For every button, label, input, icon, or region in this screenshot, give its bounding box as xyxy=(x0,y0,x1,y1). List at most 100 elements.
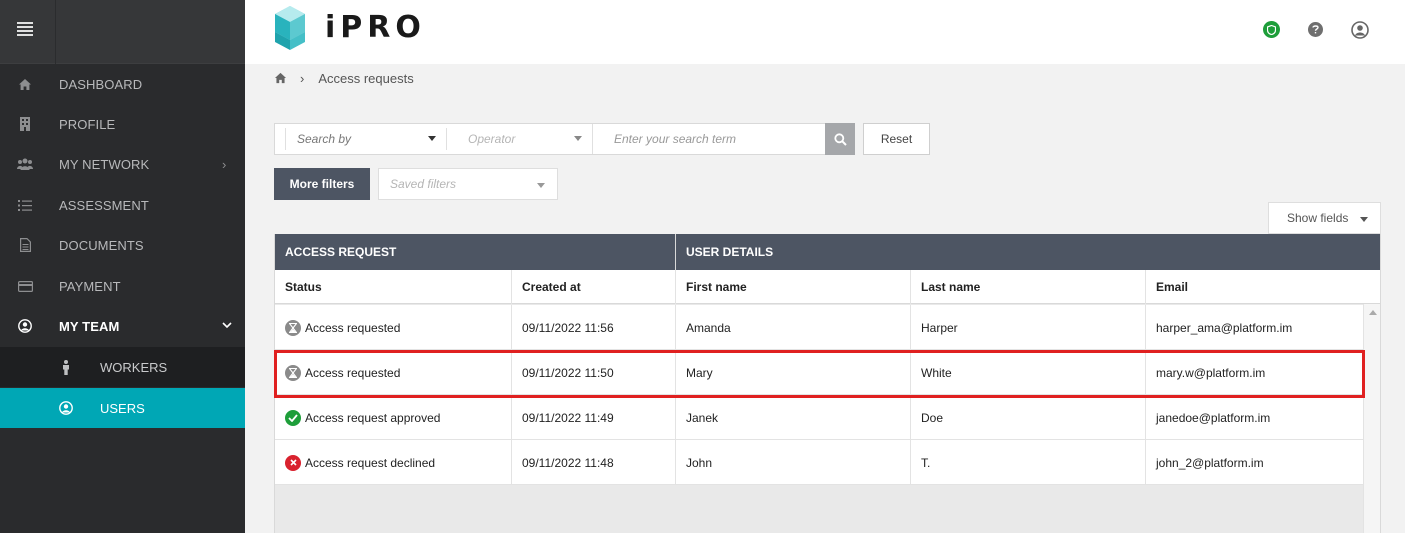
table-row[interactable]: Access request approved 09/11/2022 11:49… xyxy=(275,395,1363,440)
breadcrumb: › Access requests xyxy=(274,70,414,86)
search-term-input[interactable] xyxy=(592,124,825,154)
caret-down-icon xyxy=(574,136,582,141)
saved-filters-value: Saved filters xyxy=(390,177,457,191)
scroll-up-arrow-icon[interactable] xyxy=(1369,310,1377,315)
table-row[interactable]: Access requested 09/11/2022 11:56 Amanda… xyxy=(275,305,1363,350)
status-text: Access requested xyxy=(305,320,401,335)
group-user-details: USER DETAILS xyxy=(675,234,1380,270)
sidebar-item-label: ASSESSMENT xyxy=(59,197,149,213)
status-text: Access request approved xyxy=(305,410,441,425)
search-by-select[interactable]: Search by xyxy=(285,128,446,150)
chevron-down-icon xyxy=(222,317,232,332)
cell-last-name: Doe xyxy=(910,395,1145,440)
users-icon xyxy=(17,156,33,172)
cell-first-name: John xyxy=(675,440,910,485)
breadcrumb-separator: › xyxy=(300,70,305,86)
column-created-at[interactable]: Created at xyxy=(511,270,675,304)
caret-down-icon xyxy=(428,136,436,141)
sidebar-subitem-workers[interactable]: WORKERS xyxy=(0,347,245,387)
list-icon xyxy=(17,197,33,213)
cell-email: janedoe@platform.im xyxy=(1145,395,1363,440)
cell-status: Access requested xyxy=(275,350,511,395)
sidebar-item-payment[interactable]: PAYMENT xyxy=(0,266,245,306)
table-row[interactable]: Access requested 09/11/2022 11:50 Mary W… xyxy=(275,350,1363,395)
group-access-request: ACCESS REQUEST xyxy=(285,245,397,259)
document-icon xyxy=(17,237,33,253)
user-circle-icon xyxy=(17,318,33,334)
cell-email: harper_ama@platform.im xyxy=(1145,305,1363,350)
breadcrumb-current: Access requests xyxy=(318,70,414,86)
column-first-name[interactable]: First name xyxy=(675,270,910,304)
caret-down-icon xyxy=(537,183,545,188)
sidebar-item-dashboard[interactable]: DASHBOARD xyxy=(0,64,245,104)
account-user-icon[interactable] xyxy=(1351,21,1369,39)
column-last-name[interactable]: Last name xyxy=(910,270,1145,304)
search-button[interactable] xyxy=(825,123,855,155)
cell-last-name: Harper xyxy=(910,305,1145,350)
ipro-logo-icon[interactable] xyxy=(274,6,306,50)
more-filters-button[interactable]: More filters xyxy=(274,168,370,200)
table-column-header: Status Created at First name Last name E… xyxy=(275,270,1380,304)
sidebar-item-label: PROFILE xyxy=(59,116,116,132)
cell-created-at: 09/11/2022 11:49 xyxy=(511,395,675,440)
sidebar-item-documents[interactable]: DOCUMENTS xyxy=(0,225,245,265)
access-requests-table: ACCESS REQUEST USER DETAILS Status Creat… xyxy=(274,234,1381,533)
sidebar-divider xyxy=(55,0,56,64)
reset-button[interactable]: Reset xyxy=(863,123,930,155)
cell-status: Access request declined xyxy=(275,440,511,485)
shield-status-icon[interactable] xyxy=(1263,21,1280,38)
cell-created-at: 09/11/2022 11:56 xyxy=(511,305,675,350)
sidebar-item-label: MY NETWORK xyxy=(59,156,150,172)
sidebar-item-my-network[interactable]: MY NETWORK › xyxy=(0,144,245,184)
table-group-header: ACCESS REQUEST USER DETAILS xyxy=(275,234,1380,270)
sidebar-item-label: DOCUMENTS xyxy=(59,237,144,253)
cell-last-name: T. xyxy=(910,440,1145,485)
hamburger-menu-icon[interactable] xyxy=(17,22,33,36)
status-text: Access requested xyxy=(305,365,401,380)
search-icon xyxy=(833,132,847,146)
sidebar-item-my-team[interactable]: MY TEAM xyxy=(0,306,245,346)
sidebar-subitem-label: WORKERS xyxy=(100,359,168,375)
cell-first-name: Mary xyxy=(675,350,910,395)
sidebar-item-assessment[interactable]: ASSESSMENT xyxy=(0,185,245,225)
column-status[interactable]: Status xyxy=(275,270,511,304)
hourglass-icon xyxy=(285,319,301,336)
cell-created-at: 09/11/2022 11:50 xyxy=(511,350,675,395)
show-fields-label: Show fields xyxy=(1287,211,1349,225)
saved-filters-select[interactable]: Saved filters xyxy=(378,168,558,200)
home-icon xyxy=(17,76,33,92)
sidebar-item-label: DASHBOARD xyxy=(59,76,143,92)
help-icon[interactable] xyxy=(1308,22,1323,37)
home-icon[interactable] xyxy=(274,72,287,85)
cell-email: john_2@platform.im xyxy=(1145,440,1363,485)
check-circle-icon xyxy=(285,409,301,426)
sidebar-item-profile[interactable]: PROFILE xyxy=(0,104,245,144)
sidebar-subitem-label: USERS xyxy=(100,400,145,416)
operator-value: Operator xyxy=(468,132,516,146)
user-circle-icon xyxy=(58,400,74,416)
sidebar-top xyxy=(0,0,245,64)
person-icon xyxy=(58,359,74,375)
sidebar: DASHBOARD PROFILE MY NETWORK › ASSESSMEN… xyxy=(0,0,245,533)
show-fields-button[interactable]: Show fields xyxy=(1268,202,1381,234)
table-row[interactable]: Access request declined 09/11/2022 11:48… xyxy=(275,440,1363,485)
search-bar: Search by Operator xyxy=(274,123,855,155)
cell-first-name: Amanda xyxy=(675,305,910,350)
cell-created-at: 09/11/2022 11:48 xyxy=(511,440,675,485)
x-circle-icon xyxy=(285,454,301,471)
table-scrollbar[interactable] xyxy=(1363,304,1380,533)
caret-down-icon xyxy=(1360,217,1368,222)
hourglass-icon xyxy=(285,364,301,381)
operator-select[interactable]: Operator xyxy=(446,128,592,150)
cell-first-name: Janek xyxy=(675,395,910,440)
cell-status: Access request approved xyxy=(275,395,511,440)
sidebar-item-label: PAYMENT xyxy=(59,278,121,294)
cell-status: Access requested xyxy=(275,305,511,350)
sidebar-subitem-users[interactable]: USERS xyxy=(0,388,245,428)
ipro-logo-text: iPRO xyxy=(325,10,426,45)
search-by-value: Search by xyxy=(297,132,352,146)
cell-email: mary.w@platform.im xyxy=(1145,350,1363,395)
credit-card-icon xyxy=(17,278,33,294)
column-email[interactable]: Email xyxy=(1145,270,1380,304)
sidebar-item-label: MY TEAM xyxy=(59,318,120,334)
